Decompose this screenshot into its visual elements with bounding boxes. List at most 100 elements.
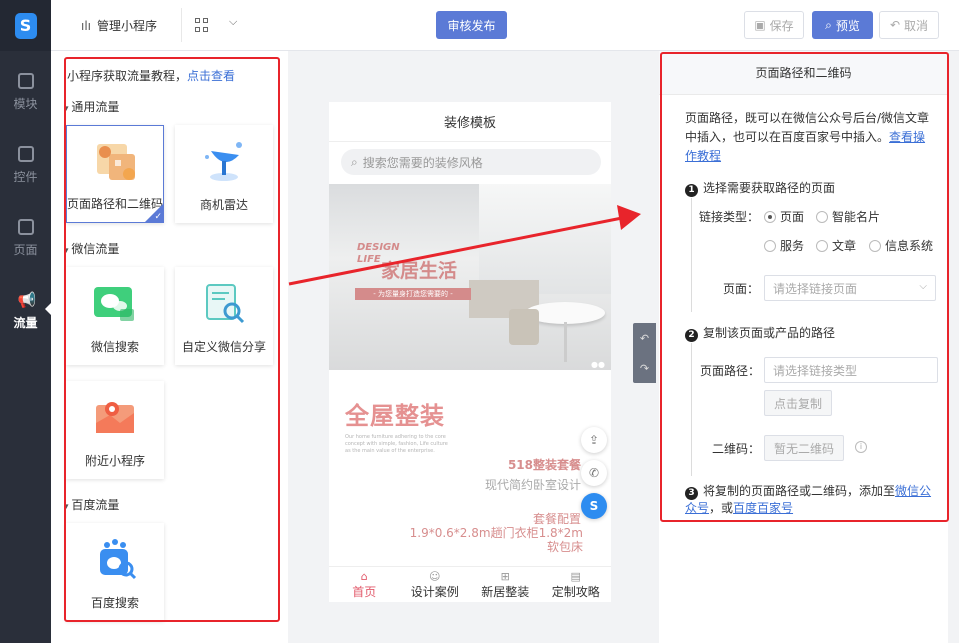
promo-config-detail: 1.9*0.6*2.8m趟门衣柜1.8*2m软包床: [409, 526, 583, 554]
step-1: 1 选择需要获取路径的页面: [685, 179, 835, 197]
step-text-mid: ，或: [709, 501, 734, 515]
qrcode-label: 二维码：: [712, 442, 761, 456]
grid-icon: ⊞: [500, 569, 510, 583]
qrcode-illustration-icon: [97, 144, 135, 180]
undo-icon: ↶: [889, 18, 901, 32]
card-business-radar[interactable]: 商机雷达: [175, 125, 273, 223]
nav-item-label: 流量: [13, 315, 38, 330]
banner-headline: 家居生活: [381, 260, 458, 282]
undo-icon[interactable]: ↶: [640, 332, 649, 345]
page-label: 页面：: [723, 282, 760, 296]
tab-home[interactable]: ⌂ 首页: [329, 567, 400, 602]
share-button[interactable]: ⇪: [581, 427, 607, 453]
card-label: 自定义微信分享: [181, 340, 266, 354]
card-label: 微信搜索: [90, 340, 139, 354]
left-nav: S 模块 控件 页面 📢 流量: [0, 0, 51, 643]
step-label: 复制该页面或产品的路径: [703, 326, 836, 340]
section-title[interactable]: 微信流量: [64, 240, 119, 257]
redo-icon[interactable]: ↷: [640, 362, 649, 375]
nav-item-module[interactable]: 模块: [0, 62, 51, 122]
card-page-path-qrcode[interactable]: 页面路径和二维码 ✓: [66, 125, 164, 223]
publish-button[interactable]: 审核发布: [436, 11, 507, 39]
grid-icon[interactable]: [195, 18, 209, 32]
save-label: 保存: [769, 18, 794, 33]
nav-item-label: 控件: [13, 169, 38, 184]
radio-dot: [869, 239, 881, 252]
user-icon: ☺: [429, 569, 441, 583]
chevron-down-icon[interactable]: ⌵: [229, 15, 237, 29]
brand-float-button[interactable]: S: [581, 493, 607, 519]
promo-title: 全屋整装: [345, 402, 445, 430]
link-type-label: 链接类型：: [699, 210, 760, 224]
tab-new-home[interactable]: ⊞ 新居整装: [470, 567, 541, 602]
radio-article[interactable]: 文章: [816, 237, 856, 254]
phone-search-input[interactable]: ⌕ 搜索您需要的装修风格: [341, 149, 601, 175]
wechat-icon: [94, 287, 134, 321]
preview-label: 预览: [835, 18, 860, 33]
carousel-dots[interactable]: ●●: [591, 360, 605, 369]
copy-button[interactable]: 点击复制: [764, 390, 832, 416]
radio-dot: [764, 239, 776, 252]
app-logo[interactable]: S: [0, 0, 51, 51]
tab-label: 首页: [352, 584, 377, 599]
megaphone-icon: 📢: [17, 290, 37, 309]
phone-preview: 装修模板 ⌕ 搜索您需要的装修风格 DESIGN LIFE 家居生活 - 为您量身打…: [329, 102, 611, 602]
step-2: 2 复制该页面或产品的路径: [685, 324, 835, 342]
promo-config: 套餐配置: [532, 512, 581, 526]
step-line: [691, 198, 692, 312]
card-label: 百度搜索: [90, 596, 139, 610]
radio-dot: [816, 239, 828, 252]
radio-page[interactable]: 页面: [764, 208, 804, 225]
nav-item-label: 页面: [13, 242, 38, 257]
radio-label: 智能名片: [832, 210, 881, 224]
panel-description: 页面路径，既可以在微信公众号后台/微信文章中插入，也可以在百度百家号中插入。查看…: [685, 109, 930, 166]
step-text: 将复制的页面路径或二维码，添加至: [703, 484, 896, 498]
preview-button[interactable]: ⌕ 预览: [812, 11, 873, 39]
tutorial-line: 小程序获取流量教程，点击查看: [67, 67, 235, 84]
chart-icon: ılı: [81, 19, 92, 33]
section-title[interactable]: 百度流量: [64, 496, 119, 513]
card-custom-share[interactable]: 自定义微信分享: [175, 267, 273, 365]
radio-service[interactable]: 服务: [764, 237, 804, 254]
step-3: 3 将复制的页面路径或二维码，添加至微信公众号，或百度百家号: [685, 483, 940, 516]
card-baidu-search[interactable]: 百度搜索: [66, 523, 164, 621]
undo-button[interactable]: ↶ 取消: [879, 11, 939, 39]
radio-dot: [764, 210, 776, 223]
table-leg-shape: [564, 322, 567, 362]
radio-info-system[interactable]: 信息系统: [869, 237, 933, 254]
doc-icon: ▤: [570, 569, 581, 583]
nav-item-page[interactable]: 页面: [0, 208, 51, 268]
card-nearby-miniprogram[interactable]: 附近小程序: [66, 381, 164, 479]
banner-image[interactable]: DESIGN LIFE 家居生活 - 为您量身打造您需要的 - ●●: [329, 184, 611, 370]
home-icon: ⌂: [360, 569, 368, 583]
tab-label: 新居整装: [481, 584, 530, 599]
save-button[interactable]: ▣ 保存: [744, 11, 804, 39]
radio-smart-card[interactable]: 智能名片: [816, 208, 880, 225]
tab-label: 设计案例: [410, 584, 459, 599]
page-path-input[interactable]: 请选择链接类型: [764, 357, 938, 383]
traffic-panel: 小程序获取流量教程，点击查看 通用流量 页面路径和二维码 ✓ 商机雷达 微信流量: [51, 51, 288, 643]
phone-call-button[interactable]: ✆: [581, 460, 607, 486]
phone-icon: ✆: [588, 466, 600, 480]
nav-item-widget[interactable]: 控件: [0, 135, 51, 195]
promo-section[interactable]: 全屋整装 Our home furniture adhering to the …: [329, 378, 611, 568]
qrcode-button[interactable]: 暂无二维码: [764, 435, 844, 461]
select-placeholder: 请选择链接页面: [773, 281, 858, 296]
section-title[interactable]: 通用流量: [64, 98, 119, 115]
tab-design-cases[interactable]: ☺ 设计案例: [400, 567, 471, 602]
share-icon: [206, 284, 245, 324]
chair-shape: [509, 309, 539, 345]
widget-icon: [17, 145, 34, 162]
promo-package: 518整装套餐: [507, 458, 581, 472]
promo-design: 现代简约卧室设计: [484, 478, 581, 492]
tab-custom-guide[interactable]: ▤ 定制攻略: [541, 567, 612, 602]
page-select[interactable]: 请选择链接页面 ⌵: [764, 275, 936, 301]
nav-item-traffic[interactable]: 📢 流量: [0, 281, 51, 341]
baidu-account-link[interactable]: 百度百家号: [733, 501, 793, 515]
tutorial-link[interactable]: 点击查看: [187, 69, 235, 83]
app-name[interactable]: ılı 管理小程序: [81, 17, 157, 34]
page-icon: [17, 218, 34, 235]
info-icon[interactable]: i: [855, 441, 867, 453]
search-icon: ⌕: [825, 17, 832, 32]
card-wechat-search[interactable]: 微信搜索: [66, 267, 164, 365]
